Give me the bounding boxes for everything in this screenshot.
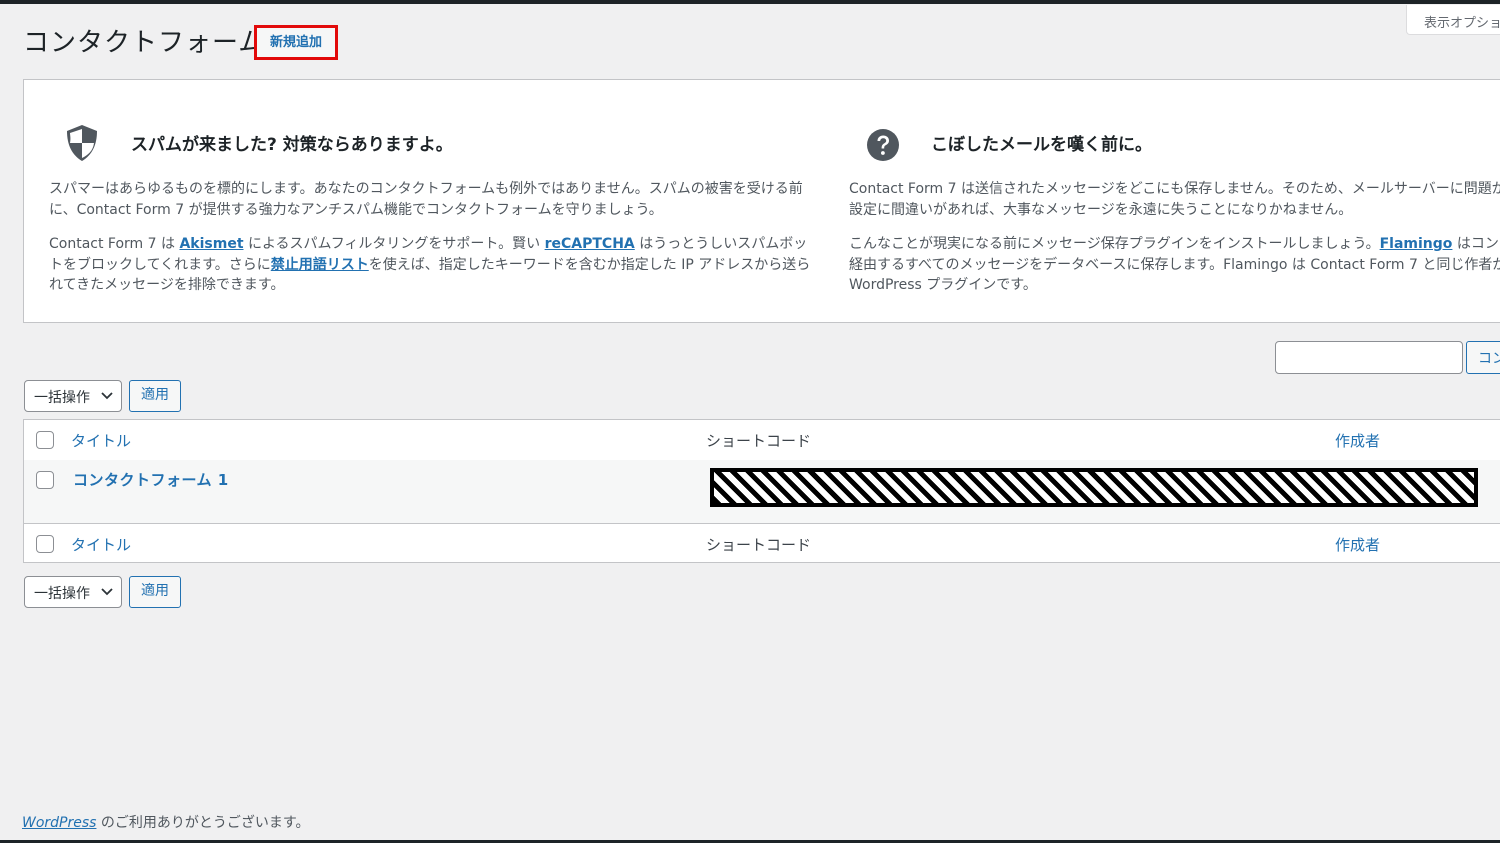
- flamingo-recommendation: こんなことが現実になる前にメッセージ保存プラグインをインストールしましょう。Fl…: [849, 234, 1500, 296]
- add-new-button[interactable]: 新規追加: [254, 25, 338, 60]
- bulk-action-label: 一括操作: [34, 390, 90, 406]
- recaptcha-link[interactable]: reCAPTCHA: [545, 236, 635, 252]
- wordpress-link[interactable]: WordPress: [22, 815, 96, 831]
- chevron-down-icon: [101, 392, 113, 400]
- form-title-link[interactable]: コンタクトフォーム 1: [73, 469, 229, 490]
- search-input[interactable]: [1275, 341, 1463, 374]
- bulk-action-select-top[interactable]: 一括操作: [24, 380, 122, 412]
- apply-button-top[interactable]: 適用: [129, 380, 181, 412]
- footer-thanks: のご利用ありがとうございます。: [96, 815, 310, 831]
- table-row: コンタクトフォーム 1: [24, 460, 1500, 523]
- lost-text-line2: 設定に間違いがあれば、大事なメッセージを永遠に失うことになりかねません。: [849, 201, 1353, 218]
- blocklist-link[interactable]: 禁止用語リスト: [271, 257, 369, 273]
- page-title: コンタクトフォーム: [23, 28, 266, 58]
- column-shortcode-footer: ショートコード: [706, 536, 812, 554]
- spam-text-a: Contact Form 7 は: [49, 236, 180, 252]
- column-author-header[interactable]: 作成者: [1335, 430, 1380, 451]
- flamingo-text-line2: 経由するすべてのメッセージをデータベースに保存します。Flamingo は Co…: [849, 256, 1500, 273]
- select-all-checkbox-bottom[interactable]: [36, 535, 54, 553]
- column-title-footer[interactable]: タイトル: [71, 534, 131, 555]
- table-header-row: タイトル ショートコード 作成者: [24, 420, 1500, 461]
- row-checkbox[interactable]: [36, 471, 54, 489]
- welcome-panel: スパムが来ました? 対策ならありますよ。 スパマーはあらゆるものを標的にします。…: [23, 79, 1500, 323]
- spam-features: Contact Form 7 は Akismet によるスパムフィルタリングをサ…: [49, 234, 819, 296]
- flamingo-text-a: こんなことが現実になる前にメッセージ保存プラグインをインストールしましょう。: [849, 236, 1380, 252]
- lost-text-line1: Contact Form 7 は送信されたメッセージをどこにも保存しません。その…: [849, 181, 1500, 197]
- flamingo-text-b: はコンタ: [1456, 236, 1500, 252]
- screen-options-tab[interactable]: 表示オプション: [1406, 5, 1500, 35]
- spam-title: スパムが来ました? 対策ならありますよ。: [131, 135, 453, 155]
- admin-top-bar: [0, 0, 1500, 4]
- akismet-link[interactable]: Akismet: [179, 236, 243, 252]
- spam-description: スパマーはあらゆるものを標的にします。あなたのコンタクトフォームも例外ではありま…: [49, 181, 803, 218]
- flamingo-link[interactable]: Flamingo: [1380, 236, 1453, 252]
- bulk-action-select-bottom[interactable]: 一括操作: [24, 576, 122, 608]
- select-all-checkbox[interactable]: [36, 431, 54, 449]
- search-button[interactable]: コンタクトフォームを検索: [1466, 341, 1500, 374]
- chevron-down-icon: [101, 588, 113, 596]
- question-circle-icon: [867, 129, 899, 161]
- flamingo-text-line3: WordPress プラグインです。: [849, 277, 1037, 293]
- shield-icon: [67, 125, 97, 161]
- lost-mail-description: Contact Form 7 は送信されたメッセージをどこにも保存しません。その…: [849, 179, 1500, 220]
- column-title-header[interactable]: タイトル: [71, 430, 131, 451]
- bulk-action-label: 一括操作: [34, 586, 90, 602]
- lost-mail-title: こぼしたメールを嘆く前に。: [931, 135, 1152, 155]
- spam-text-b: によるスパムフィルタリングをサポート。賢い: [243, 236, 545, 252]
- column-shortcode-header: ショートコード: [706, 432, 812, 450]
- column-author-footer[interactable]: 作成者: [1335, 534, 1380, 555]
- apply-button-bottom[interactable]: 適用: [129, 576, 181, 608]
- contact-forms-table: タイトル ショートコード 作成者 コンタクトフォーム 1 タイトル ショートコー…: [23, 419, 1500, 563]
- admin-footer: WordPress のご利用ありがとうございます。: [22, 812, 310, 832]
- table-footer-row: タイトル ショートコード 作成者: [24, 523, 1500, 564]
- shortcode-redacted: [710, 468, 1478, 507]
